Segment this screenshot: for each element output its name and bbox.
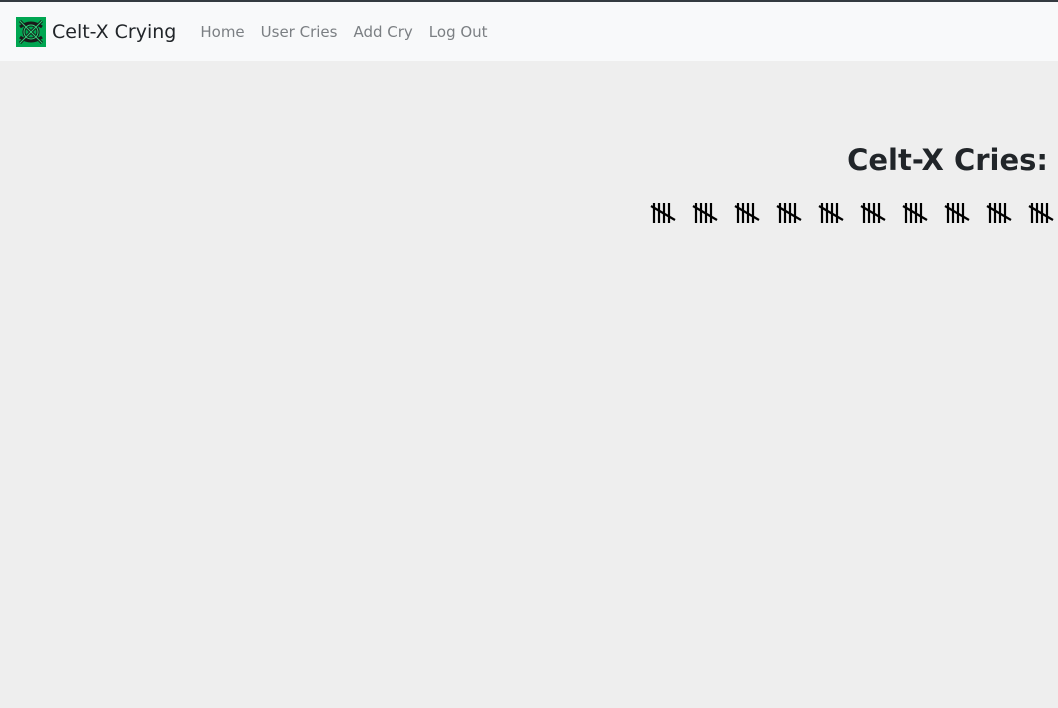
- celtic-knot-icon: [16, 16, 46, 47]
- tally-marks-icon: [776, 203, 802, 223]
- tally-marks-icon: [944, 203, 970, 223]
- brand-title: Celt-X Crying: [52, 20, 177, 43]
- nav-link-add-cry[interactable]: Add Cry: [345, 23, 420, 41]
- nav-links: Home User Cries Add Cry Log Out: [192, 23, 495, 41]
- tally-marks-icon: [986, 203, 1012, 223]
- nav-link-user-cries[interactable]: User Cries: [253, 23, 346, 41]
- main-content: Celt-X Cries:: [0, 61, 1058, 708]
- tally-marks-icon: [818, 203, 844, 223]
- tally-marks-icon: [734, 203, 760, 223]
- tally-marks-icon: [692, 203, 718, 223]
- tally-marks-icon: [650, 203, 676, 223]
- page-title: Celt-X Cries:: [847, 143, 1048, 177]
- nav-link-home[interactable]: Home: [192, 23, 252, 41]
- tally-marks-icon: [1028, 203, 1054, 223]
- brand-link[interactable]: Celt-X Crying: [16, 16, 177, 47]
- navbar: Celt-X Crying Home User Cries Add Cry Lo…: [0, 2, 1058, 61]
- tally-row: [650, 201, 1058, 227]
- tally-marks-icon: [860, 203, 886, 223]
- tally-marks-icon: [902, 203, 928, 223]
- nav-link-log-out[interactable]: Log Out: [421, 23, 496, 41]
